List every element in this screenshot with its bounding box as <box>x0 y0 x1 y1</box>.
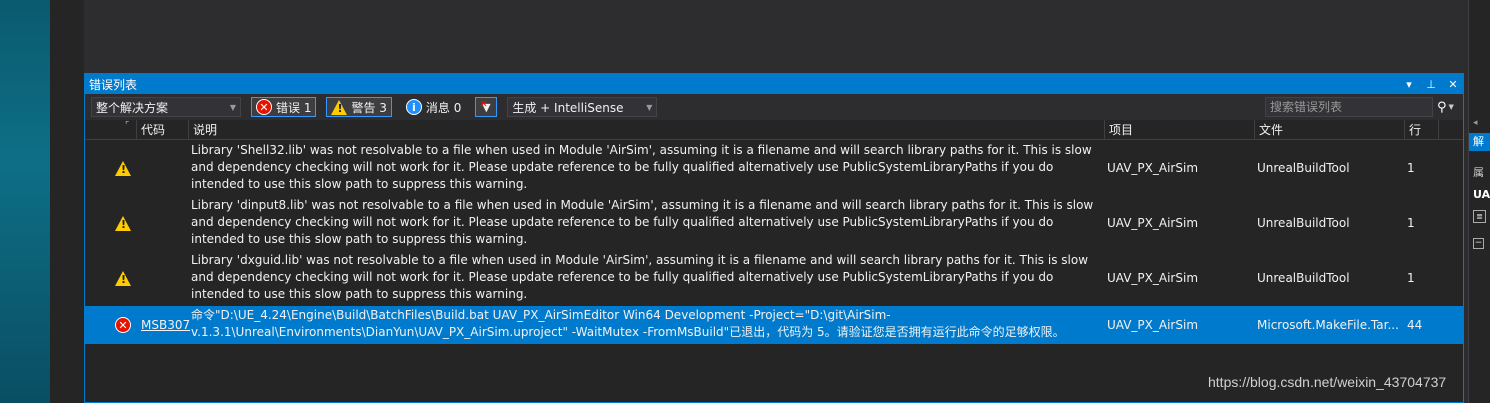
error-list-toolbar: 整个解决方案 ▼ ✕ 错误 1 警告 3 i 消息 0 ✕ ▼ 生成 + Int… <box>85 94 1463 120</box>
build-filter-value: 生成 + IntelliSense <box>512 100 624 115</box>
severity-cell <box>115 196 131 250</box>
window-menu-icon[interactable]: ▾ <box>1403 78 1415 91</box>
severity-column-header[interactable]: ⌜ <box>85 120 137 140</box>
description-column-header[interactable]: 说明 <box>189 120 1105 140</box>
description-cell: Library 'dinput8.lib' was not resolvable… <box>191 198 1094 246</box>
desktop-background <box>0 0 50 403</box>
table-row[interactable]: Library 'dinput8.lib' was not resolvable… <box>85 196 1463 250</box>
code-link[interactable]: MSB307 <box>141 306 190 344</box>
chevron-down-icon: ▼ <box>1448 103 1454 111</box>
errors-filter-button[interactable]: ✕ 错误 1 <box>251 97 317 117</box>
severity-cell: ✕ <box>115 306 131 344</box>
line-cell: 1 <box>1407 161 1415 175</box>
warning-icon <box>115 270 131 286</box>
categorized-view-icon[interactable]: ≣ <box>1473 210 1486 223</box>
file-cell: UnrealBuildTool <box>1257 216 1350 230</box>
search-error-list-input[interactable]: 搜索错误列表 <box>1265 97 1433 117</box>
warnings-filter-label: 警告 3 <box>351 100 387 115</box>
code-column-header[interactable]: 代码 <box>137 120 189 140</box>
error-icon: ✕ <box>256 99 272 115</box>
close-icon[interactable]: ✕ <box>1447 78 1459 91</box>
project-cell: UAV_PX_AirSim <box>1107 216 1199 230</box>
properties-label: 属 <box>1473 166 1484 179</box>
description-cell: Library 'Shell32.lib' was not resolvable… <box>191 143 1092 191</box>
warning-icon <box>331 99 348 115</box>
description-cell: Library 'dxguid.lib' was not resolvable … <box>191 253 1089 301</box>
project-cell: UAV_PX_AirSim <box>1107 318 1199 332</box>
description-cell: 命令"D:\UE_4.24\Engine\Build\BatchFiles\Bu… <box>191 308 1065 339</box>
table-row[interactable]: Library 'Shell32.lib' was not resolvable… <box>85 141 1463 195</box>
error-list-window: 错误列表 ▾ ⊥ ✕ 整个解决方案 ▼ ✕ 错误 1 警告 3 i 消息 0 ✕… <box>84 73 1464 403</box>
chevron-down-icon: ▼ <box>646 102 653 112</box>
errors-filter-label: 错误 1 <box>276 100 312 115</box>
table-row[interactable]: Library 'dxguid.lib' was not resolvable … <box>85 251 1463 305</box>
error-list-header: ⌜ 代码 说明 项目 文件 行 <box>85 120 1463 140</box>
error-list-title-bar: 错误列表 ▾ ⊥ ✕ <box>85 74 1463 94</box>
file-cell: UnrealBuildTool <box>1257 271 1350 285</box>
window-title: 错误列表 <box>89 77 138 92</box>
sort-icon: ⌜ <box>125 121 130 131</box>
project-cell: UAV_PX_AirSim <box>1107 161 1199 175</box>
panel-collapse-arrow-icon[interactable]: ◂ <box>1473 118 1485 130</box>
severity-cell <box>115 251 131 305</box>
severity-cell <box>115 141 131 195</box>
line-cell: 1 <box>1407 271 1415 285</box>
table-row-selected[interactable]: ✕ MSB307 命令"D:\UE_4.24\Engine\Build\Batc… <box>85 306 1463 344</box>
messages-filter-label: 消息 0 <box>425 100 462 115</box>
scope-value: 整个解决方案 <box>96 100 169 115</box>
clear-x-icon: ✕ <box>479 99 488 110</box>
editor-background <box>50 0 84 403</box>
warning-icon <box>115 215 131 231</box>
project-cell: UAV_PX_AirSim <box>1107 271 1199 285</box>
info-icon: i <box>405 99 422 115</box>
warning-icon <box>115 160 131 176</box>
search-icon[interactable]: ⚲ ▼ <box>1437 99 1459 115</box>
warnings-filter-button[interactable]: 警告 3 <box>326 97 392 117</box>
line-column-header[interactable]: 行 <box>1405 120 1439 140</box>
build-intellisense-dropdown[interactable]: 生成 + IntelliSense ▼ <box>507 97 658 117</box>
watermark-text: https://blog.csdn.net/weixin_43704737 <box>1208 374 1447 390</box>
object-label: UA <box>1473 188 1490 201</box>
file-cell: Microsoft.MakeFile.Tar... <box>1257 318 1399 332</box>
scope-dropdown[interactable]: 整个解决方案 ▼ <box>91 97 241 117</box>
messages-filter-button[interactable]: i 消息 0 <box>402 97 465 117</box>
properties-side-panel: ◂ 解 属 UA ≣ − <box>1468 0 1490 403</box>
solution-explorer-tab[interactable]: 解 <box>1469 133 1490 151</box>
collapse-icon[interactable]: − <box>1473 238 1484 249</box>
clear-filter-button[interactable]: ✕ ▼ <box>475 97 498 117</box>
pin-icon[interactable]: ⊥ <box>1425 78 1437 91</box>
file-column-header[interactable]: 文件 <box>1255 120 1405 140</box>
error-icon: ✕ <box>115 317 131 333</box>
line-cell: 44 <box>1407 318 1423 332</box>
chevron-down-icon: ▼ <box>229 102 236 112</box>
line-cell: 1 <box>1407 216 1415 230</box>
project-column-header[interactable]: 项目 <box>1105 120 1255 140</box>
file-cell: UnrealBuildTool <box>1257 161 1350 175</box>
